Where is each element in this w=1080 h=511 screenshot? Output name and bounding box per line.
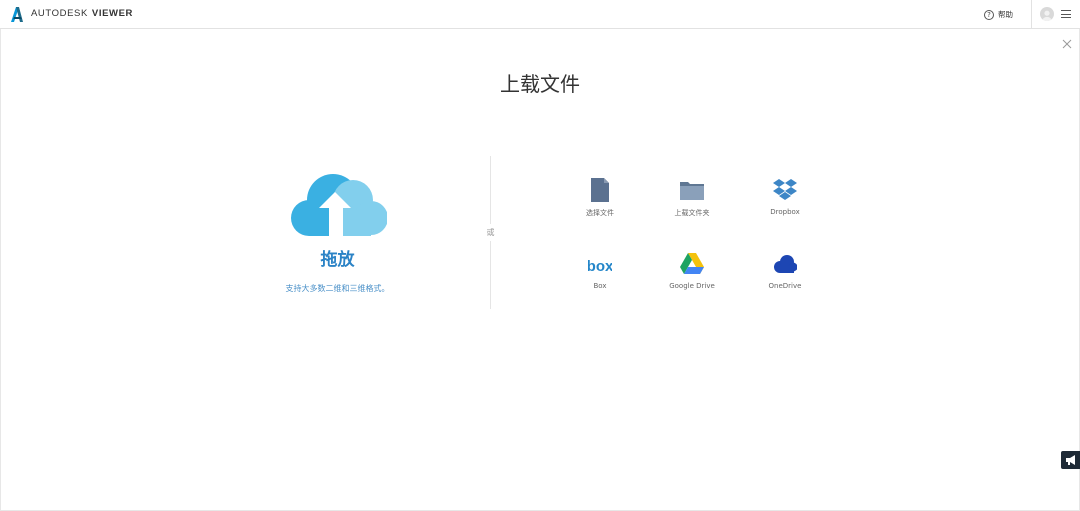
google-drive-icon — [680, 253, 704, 274]
drop-zone-label: 拖放 — [320, 250, 355, 270]
hamburger-menu-icon[interactable] — [1061, 10, 1071, 18]
source-label: 上载文件夹 — [674, 209, 710, 217]
cloud-upload-icon — [291, 174, 387, 236]
folder-icon — [680, 182, 704, 200]
dialog-title: 上载文件 — [500, 72, 580, 96]
dropbox-icon — [773, 179, 797, 200]
divider-line-bottom — [490, 241, 491, 309]
source-choose-file-button[interactable]: 选择文件 — [570, 178, 630, 228]
source-box-button[interactable]: box Box — [570, 252, 630, 302]
drop-zone[interactable]: 拖放 支持大多数二维和三维格式。 — [270, 165, 405, 305]
source-onedrive-button[interactable]: OneDrive — [755, 252, 815, 302]
feedback-button[interactable] — [1061, 451, 1080, 469]
brand-wordmark: AUTODESK VIEWER — [31, 8, 133, 19]
help-icon: ? — [984, 9, 994, 20]
or-label: 或 — [486, 228, 495, 237]
divider-line-top — [490, 156, 491, 224]
help-button[interactable]: ? 帮助 — [984, 8, 1013, 21]
source-label: Box — [593, 282, 607, 290]
help-label: 帮助 — [998, 10, 1013, 19]
user-avatar-icon[interactable] — [1040, 7, 1054, 21]
autodesk-logo-icon[interactable] — [10, 7, 24, 22]
megaphone-icon — [1066, 455, 1075, 465]
source-label: Google Drive — [669, 282, 715, 290]
source-label: 选择文件 — [586, 209, 614, 217]
brand-product: VIEWER — [91, 8, 133, 19]
svg-text:box: box — [588, 258, 612, 275]
drop-zone-hint: 支持大多数二维和三维格式。 — [285, 284, 390, 293]
top-bar: AUTODESK VIEWER ? 帮助 — [0, 0, 1080, 29]
source-dropbox-button[interactable]: Dropbox — [755, 178, 815, 228]
source-label: OneDrive — [768, 282, 802, 290]
file-icon — [591, 178, 609, 202]
source-upload-folder-button[interactable]: 上载文件夹 — [662, 178, 722, 228]
close-icon[interactable] — [1062, 39, 1072, 49]
header-divider — [1031, 0, 1032, 29]
brand-name: AUTODESK — [31, 8, 88, 19]
box-icon: box — [588, 258, 612, 275]
source-label: Dropbox — [770, 208, 800, 216]
onedrive-icon — [774, 255, 797, 273]
source-google-drive-button[interactable]: Google Drive — [662, 252, 722, 302]
upload-dialog — [0, 29, 1080, 511]
